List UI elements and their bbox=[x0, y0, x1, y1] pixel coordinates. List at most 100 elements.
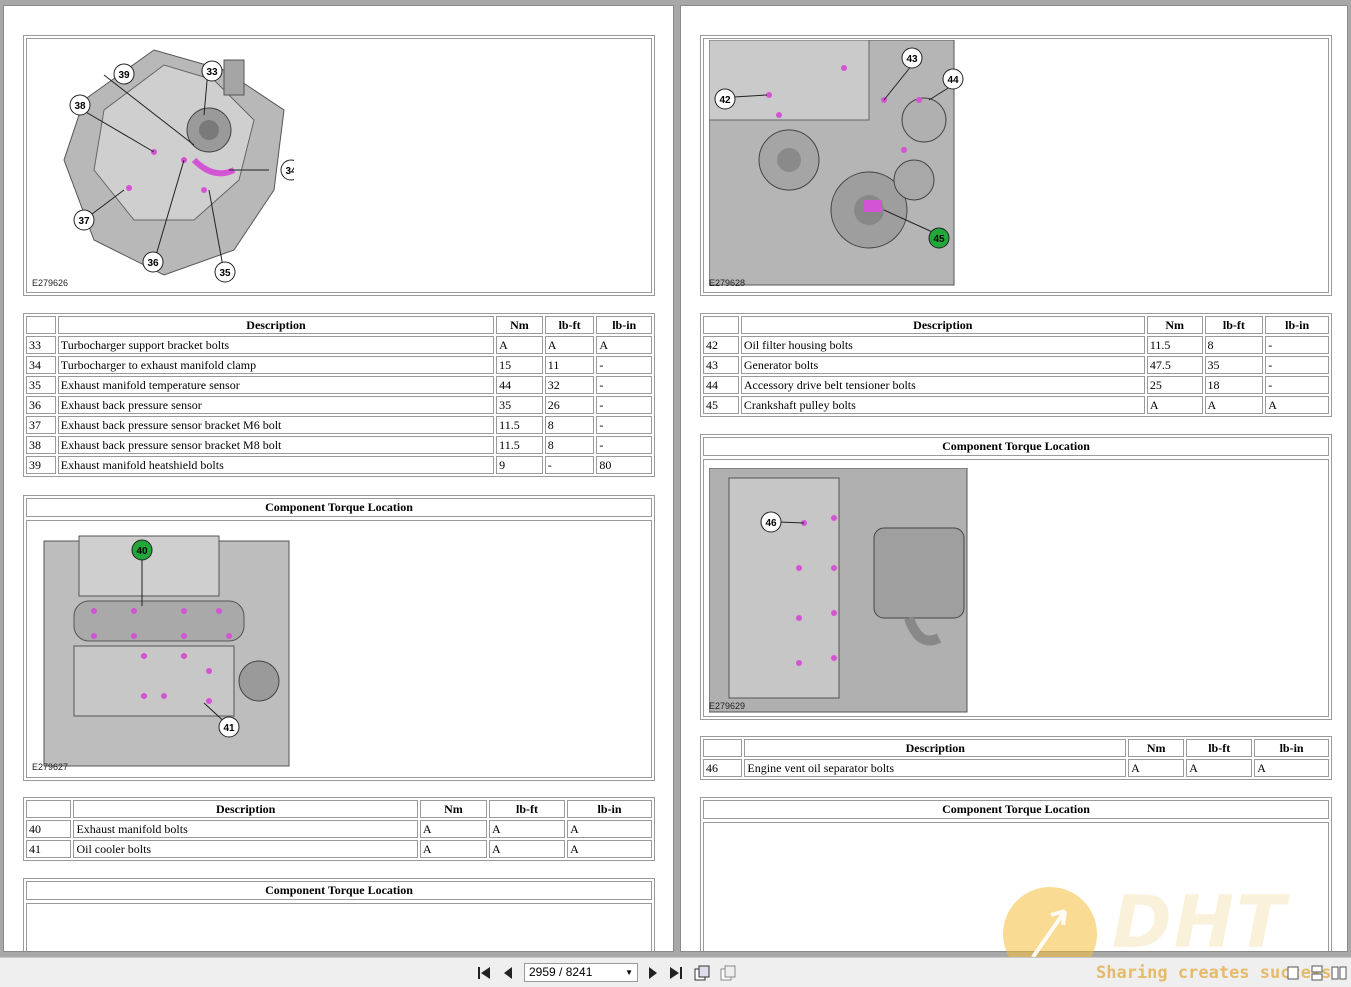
table-row: 43 Generator bolts 47.5 35- bbox=[703, 356, 1329, 374]
document-page-left: 39 33 38 34 37 36 35 E279626 Description… bbox=[3, 5, 674, 952]
page-number-select[interactable]: 2959 / 8241 ▼ bbox=[524, 963, 638, 982]
cell-lbft: A bbox=[544, 336, 595, 354]
callout-label: 46 bbox=[765, 518, 777, 529]
col-header-nm: Nm bbox=[496, 316, 543, 334]
cell-id: 41 bbox=[26, 840, 72, 858]
table-row: 33 Turbocharger support bracket bolts A A A bbox=[26, 336, 652, 354]
callout-label: 36 bbox=[147, 258, 159, 269]
torque-table: Description Nm lb-ft lb-in 46 Engine vent… bbox=[700, 736, 1332, 780]
table-row: 40 Exhaust manifold bolts A A A bbox=[26, 820, 652, 838]
callout-label: 44 bbox=[947, 75, 959, 86]
cell-lbft: 8 bbox=[1204, 336, 1264, 354]
cell-nm: 35 bbox=[496, 396, 543, 414]
single-page-view-icon[interactable] bbox=[694, 965, 710, 981]
callout-label: 43 bbox=[906, 54, 918, 65]
col-header-id bbox=[703, 316, 739, 334]
cell-description: Turbocharger to exhaust manifold clamp bbox=[57, 356, 495, 374]
cell-description: Exhaust manifold bolts bbox=[73, 820, 418, 838]
col-header-nm: Nm bbox=[1146, 316, 1203, 334]
cell-nm: 11.5 bbox=[496, 416, 543, 434]
prev-page-icon[interactable] bbox=[500, 965, 516, 981]
cell-lbft: A bbox=[489, 820, 566, 838]
col-header-description: Description bbox=[73, 800, 418, 818]
table-row: 34 Turbocharger to exhaust manifold clamp… bbox=[26, 356, 652, 374]
section-box: Component Torque Location 46 E279629 bbox=[700, 434, 1332, 720]
col-header-lbft: lb-ft bbox=[544, 316, 595, 334]
cell-description: Crankshaft pulley bolts bbox=[740, 396, 1145, 414]
cell-lbft: 26 bbox=[544, 396, 595, 414]
cell-description: Oil cooler bolts bbox=[73, 840, 418, 858]
col-header-lbin: lb-in bbox=[1265, 316, 1329, 334]
callout-label: 38 bbox=[74, 101, 86, 112]
cell-id: 42 bbox=[703, 336, 739, 354]
cell-description: Exhaust back pressure sensor bracket M8 … bbox=[57, 436, 495, 454]
navigation-toolbar: 2959 / 8241 ▼ Sharing creates success bbox=[0, 957, 1351, 987]
figure-code: E279626 bbox=[32, 278, 69, 288]
cell-description: Engine vent oil separator bolts bbox=[744, 759, 1127, 777]
torque-table: Description Nm lb-ft lb-in 42 Oil filter … bbox=[700, 313, 1332, 417]
cell-id: 43 bbox=[703, 356, 739, 374]
cell-id: 34 bbox=[26, 356, 56, 374]
cell-lbin: A bbox=[567, 840, 652, 858]
cell-nm: A bbox=[419, 820, 488, 838]
table-row: 46 Engine vent oil separator bolts A A A bbox=[703, 759, 1329, 777]
cell-nm: A bbox=[1146, 396, 1203, 414]
cell-lbin: - bbox=[596, 376, 652, 394]
cell-description: Exhaust manifold heatshield bolts bbox=[57, 456, 495, 474]
section-title: Component Torque Location bbox=[703, 800, 1329, 819]
next-page-icon[interactable] bbox=[645, 965, 661, 981]
cell-description: Accessory drive belt tensioner bolts bbox=[740, 376, 1145, 394]
chevron-down-icon: ▼ bbox=[625, 968, 633, 977]
cell-lbin: A bbox=[1265, 396, 1329, 414]
cell-lbft: 32 bbox=[544, 376, 595, 394]
cell-nm: 47.5 bbox=[1146, 356, 1203, 374]
cell-description: Turbocharger support bracket bolts bbox=[57, 336, 495, 354]
figure-code: E279629 bbox=[709, 701, 746, 711]
cell-lbin: - bbox=[1265, 376, 1329, 394]
callout-label: 35 bbox=[219, 268, 231, 279]
cell-id: 33 bbox=[26, 336, 56, 354]
cell-nm: A bbox=[1128, 759, 1185, 777]
cell-lbft: 35 bbox=[1204, 356, 1264, 374]
cell-lbin: A bbox=[1254, 759, 1329, 777]
cell-nm: A bbox=[496, 336, 543, 354]
torque-table: Description Nm lb-ft lb-in 33 Turbocharge… bbox=[23, 313, 655, 477]
page-layout-icon[interactable] bbox=[1285, 965, 1301, 981]
section-title: Component Torque Location bbox=[26, 498, 652, 517]
section-box: Component Torque Location 40 41 E279627 bbox=[23, 495, 655, 781]
two-page-view-icon[interactable] bbox=[720, 965, 736, 981]
first-page-icon[interactable] bbox=[476, 965, 492, 981]
col-header-id bbox=[703, 739, 743, 757]
cell-id: 37 bbox=[26, 416, 56, 434]
cell-nm: 9 bbox=[496, 456, 543, 474]
figure-code: E279627 bbox=[32, 762, 69, 772]
table-row: 36 Exhaust back pressure sensor 35 26- bbox=[26, 396, 652, 414]
cell-id: 45 bbox=[703, 396, 739, 414]
cell-description: Exhaust manifold temperature sensor bbox=[57, 376, 495, 394]
continuous-layout-icon[interactable] bbox=[1309, 965, 1325, 981]
page-indicator: 2959 / 8241 bbox=[529, 965, 593, 979]
col-header-lbft: lb-ft bbox=[1186, 739, 1253, 757]
figure-box: 39 33 38 34 37 36 35 E279626 bbox=[23, 35, 655, 296]
engine-figure-illustration: 40 41 bbox=[43, 535, 290, 767]
cell-lbin: A bbox=[567, 820, 652, 838]
cell-id: 39 bbox=[26, 456, 56, 474]
watermark-brand: DHT bbox=[1112, 880, 1288, 964]
cell-lbft: 18 bbox=[1204, 376, 1264, 394]
facing-layout-icon[interactable] bbox=[1331, 965, 1347, 981]
table-row: 38 Exhaust back pressure sensor bracket M… bbox=[26, 436, 652, 454]
cell-lbft: A bbox=[1204, 396, 1264, 414]
cell-lbin: - bbox=[1265, 356, 1329, 374]
figure-box: 43 44 42 45 E279628 bbox=[700, 35, 1332, 296]
cell-nm: 11.5 bbox=[496, 436, 543, 454]
cell-lbin: 80 bbox=[596, 456, 652, 474]
table-row: 37 Exhaust back pressure sensor bracket M… bbox=[26, 416, 652, 434]
last-page-icon[interactable] bbox=[668, 965, 684, 981]
callout-label: 45 bbox=[933, 234, 945, 245]
torque-table: Description Nm lb-ft lb-in 40 Exhaust man… bbox=[23, 797, 655, 861]
col-header-description: Description bbox=[57, 316, 495, 334]
col-header-lbft: lb-ft bbox=[489, 800, 566, 818]
cell-nm: A bbox=[419, 840, 488, 858]
cell-lbft: 11 bbox=[544, 356, 595, 374]
cell-description: Generator bolts bbox=[740, 356, 1145, 374]
